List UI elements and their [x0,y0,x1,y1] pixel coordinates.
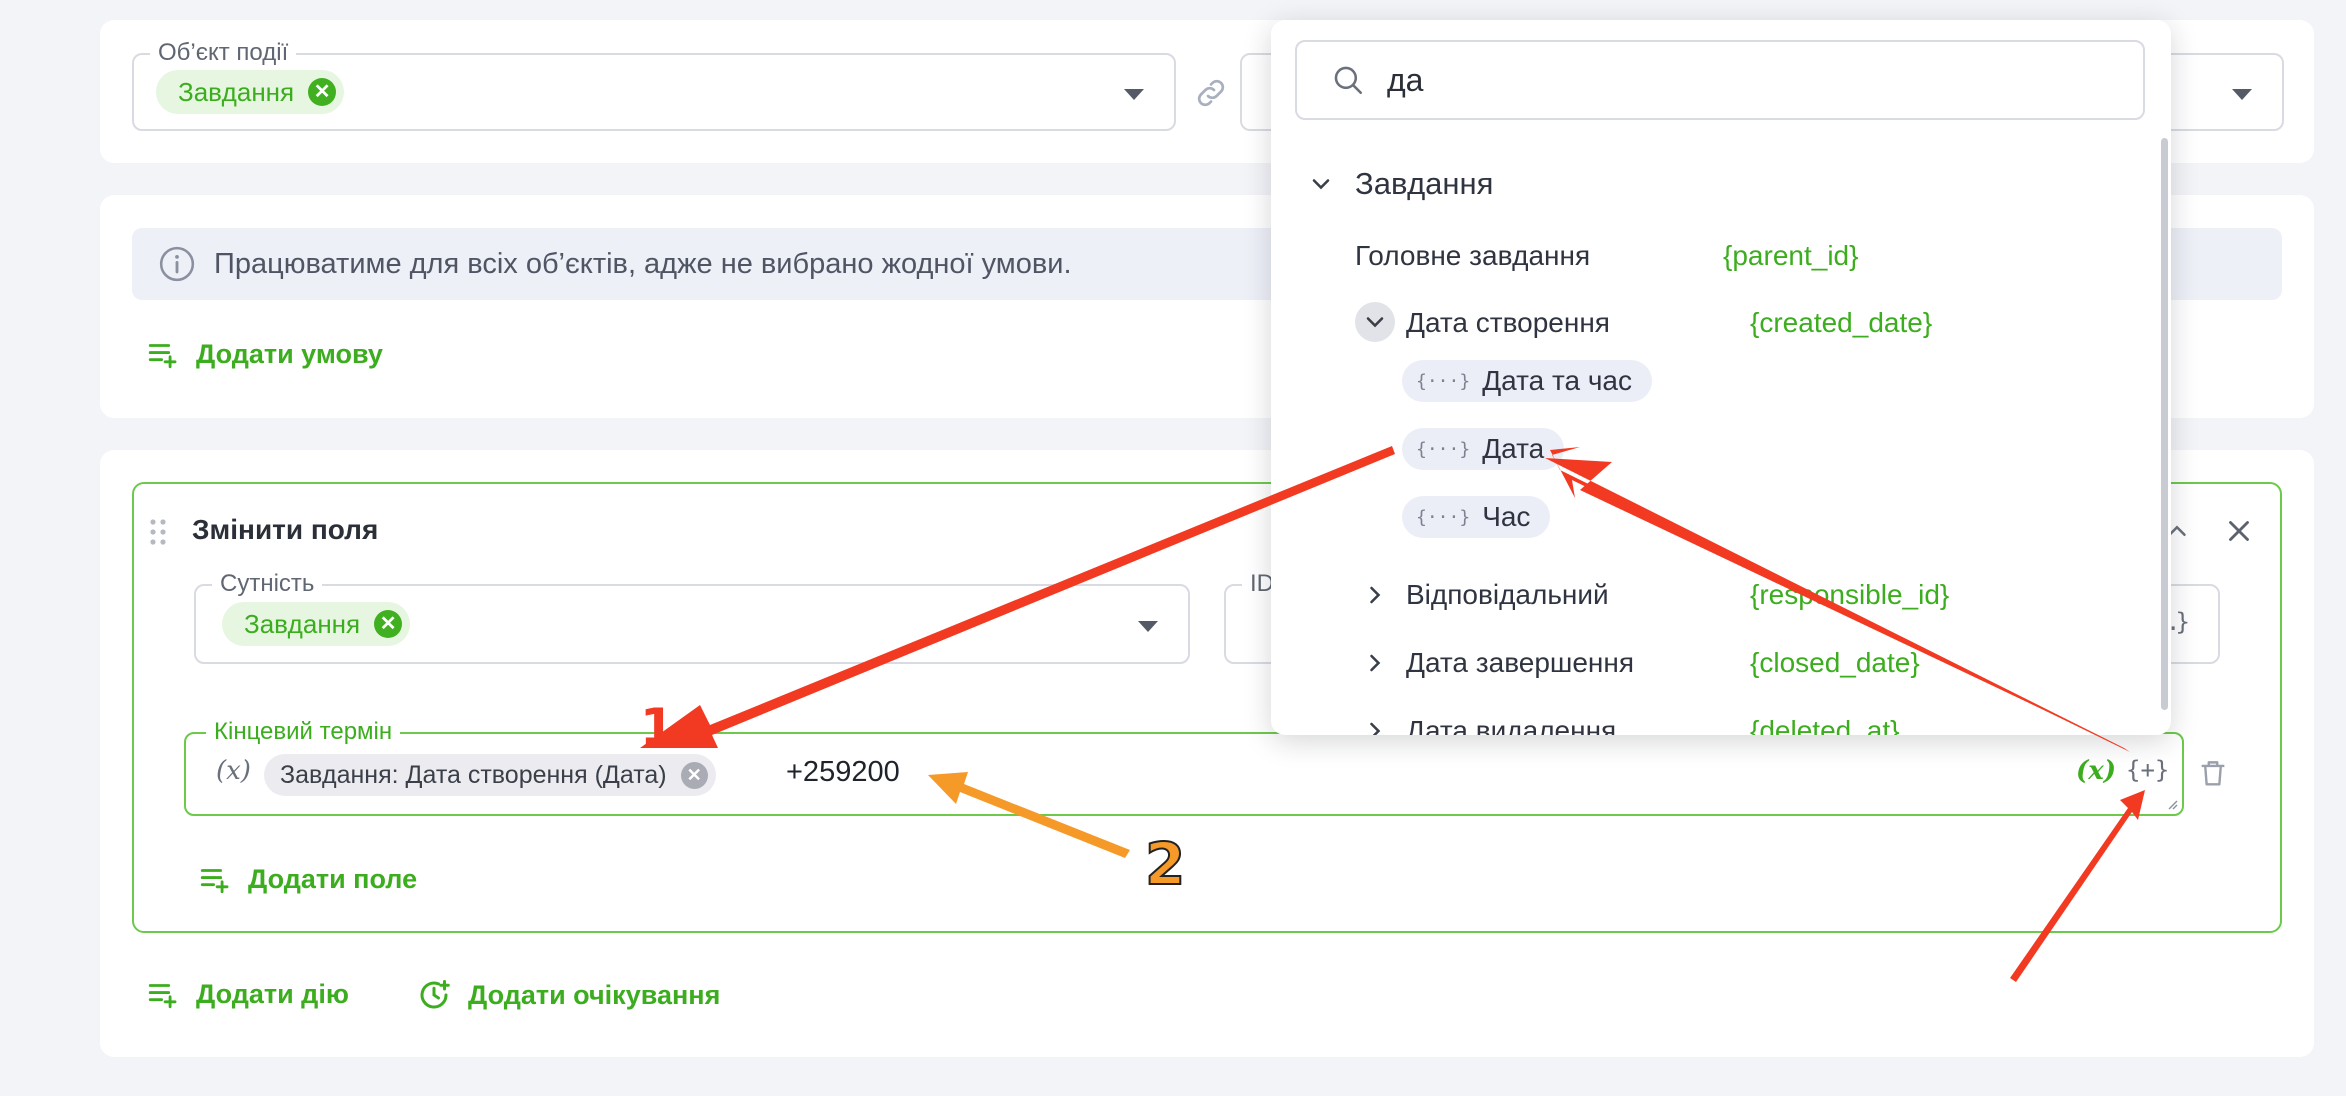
annotation-marker-1: 1 [640,698,675,756]
arrow-to-insert-variable [2010,790,2145,982]
arrow-head-to-date-option [1545,458,2124,748]
annotation-marker-2: 2 [1144,829,1186,899]
arrow-to-field-chip [640,446,1395,748]
arrow-to-expression [928,772,1130,858]
annotation-arrows [640,446,2145,982]
arrow-to-date-option [1550,447,2130,752]
